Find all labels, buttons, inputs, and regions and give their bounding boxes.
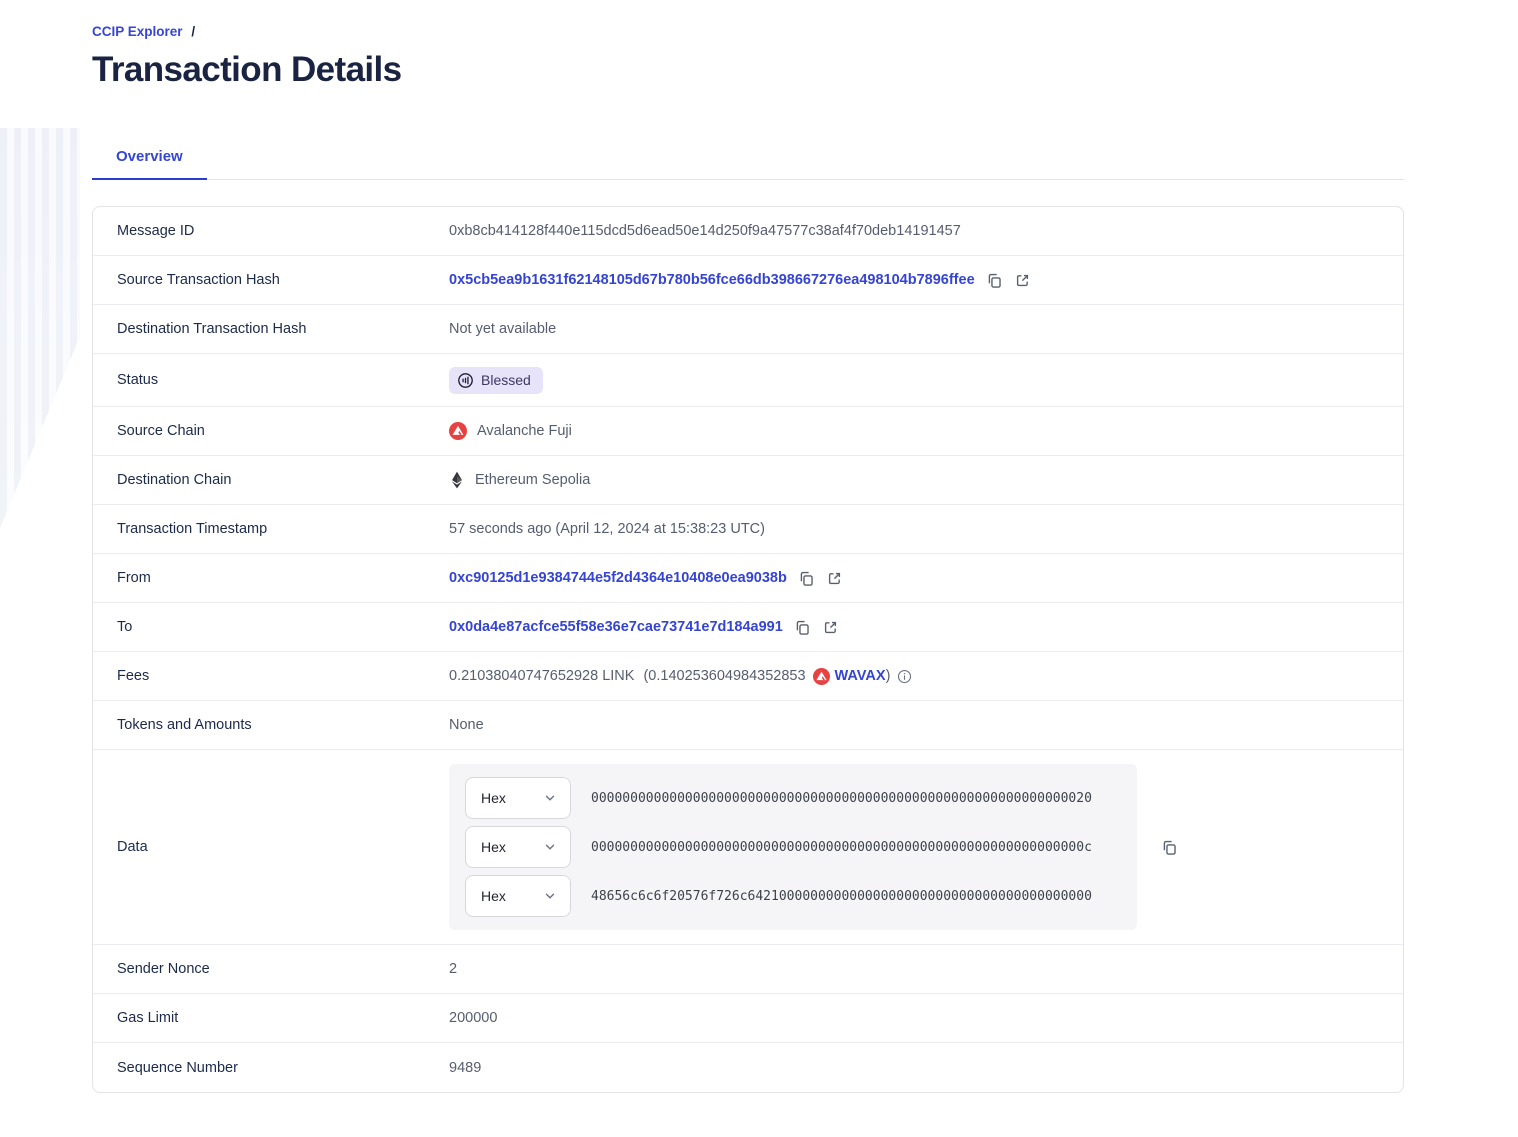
dest-tx-hash-value: Not yet available: [449, 321, 556, 337]
fees-amount: 0.21038040747652928 LINK: [449, 668, 634, 684]
copy-icon[interactable]: [986, 272, 1003, 289]
source-chain-name: Avalanche Fuji: [477, 423, 572, 439]
chevron-down-icon: [543, 791, 557, 805]
tab-overview[interactable]: Overview: [92, 138, 207, 180]
table-row-dest-tx-hash: Destination Transaction Hash Not yet ava…: [93, 305, 1403, 354]
sequence-number-value: 9489: [449, 1060, 481, 1076]
table-row-message-id: Message ID 0xb8cb414128f440e115dcd5d6ead…: [93, 207, 1403, 256]
from-address-link[interactable]: 0xc90125d1e9384744e5f2d4364e10408e0ea903…: [449, 570, 787, 586]
hex-data-line: 48656c6c6f20576f726c64210000000000000000…: [591, 889, 1092, 904]
chevron-down-icon: [543, 840, 557, 854]
tab-bar: Overview: [92, 138, 1404, 180]
table-row-sequence-number: Sequence Number 9489: [93, 1043, 1403, 1092]
row-label: Source Chain: [117, 423, 449, 439]
status-badge-label: Blessed: [481, 372, 531, 388]
timestamp-value: 57 seconds ago (April 12, 2024 at 15:38:…: [449, 521, 765, 537]
row-label: Status: [117, 372, 449, 388]
chevron-down-icon: [543, 889, 557, 903]
destination-chain: Ethereum Sepolia: [449, 471, 590, 489]
to-address-link[interactable]: 0x0da4e87acfce55f58e36e7cae73741e7d184a9…: [449, 619, 783, 635]
fees-paren-close: ): [886, 668, 891, 684]
breadcrumb-link-ccip-explorer[interactable]: CCIP Explorer: [92, 24, 183, 39]
tokens-amounts-value: None: [449, 717, 484, 733]
table-row-data: Data Hex 0000000000000000000000000000000…: [93, 750, 1403, 945]
encoding-select-value: Hex: [481, 888, 506, 904]
data-line: Hex 000000000000000000000000000000000000…: [465, 826, 1121, 868]
table-row-tokens-amounts: Tokens and Amounts None: [93, 701, 1403, 750]
source-tx-hash-link[interactable]: 0x5cb5ea9b1631f62148105d67b780b56fce66db…: [449, 272, 975, 288]
encoding-select-value: Hex: [481, 790, 506, 806]
copy-icon[interactable]: [794, 619, 811, 636]
message-id-value: 0xb8cb414128f440e115dcd5d6ead50e14d250f9…: [449, 223, 961, 239]
table-row-source-tx-hash: Source Transaction Hash 0x5cb5ea9b1631f6…: [93, 256, 1403, 305]
data-line: Hex 48656c6c6f20576f726c6421000000000000…: [465, 875, 1121, 917]
fees-converted-amount: (0.140253604984352853: [643, 668, 805, 684]
table-row-status: Status Blessed: [93, 354, 1403, 407]
table-row-source-chain: Source Chain Avalanche Fuji: [93, 407, 1403, 456]
sender-nonce-value: 2: [449, 961, 457, 977]
row-label: Destination Chain: [117, 472, 449, 488]
page-title: Transaction Details: [92, 50, 1404, 90]
table-row-gas-limit: Gas Limit 200000: [93, 994, 1403, 1043]
wavax-token-link[interactable]: WAVAX: [835, 668, 886, 684]
row-label: Fees: [117, 668, 449, 684]
source-chain: Avalanche Fuji: [449, 422, 572, 440]
row-label: Message ID: [117, 223, 449, 239]
data-hex-panel: Hex 000000000000000000000000000000000000…: [449, 764, 1137, 930]
row-label: Gas Limit: [117, 1010, 449, 1026]
gas-limit-value: 200000: [449, 1010, 497, 1026]
copy-icon[interactable]: [1161, 839, 1178, 856]
copy-icon[interactable]: [798, 570, 815, 587]
external-link-icon[interactable]: [826, 570, 843, 587]
table-row-from: From 0xc90125d1e9384744e5f2d4364e10408e0…: [93, 554, 1403, 603]
table-row-to: To 0x0da4e87acfce55f58e36e7cae73741e7d18…: [93, 603, 1403, 652]
row-label: Sequence Number: [117, 1060, 449, 1076]
row-label: Transaction Timestamp: [117, 521, 449, 537]
breadcrumb: CCIP Explorer /: [92, 24, 1404, 39]
encoding-select[interactable]: Hex: [465, 875, 571, 917]
hex-data-line: 0000000000000000000000000000000000000000…: [591, 840, 1092, 855]
encoding-select[interactable]: Hex: [465, 826, 571, 868]
ethereum-icon: [449, 471, 465, 489]
page-content: CCIP Explorer / Transaction Details Over…: [0, 0, 1518, 1093]
row-label: To: [117, 619, 449, 635]
signal-bars-in-circle-icon: [457, 372, 474, 389]
destination-chain-name: Ethereum Sepolia: [475, 472, 590, 488]
row-label: Sender Nonce: [117, 961, 449, 977]
row-label: From: [117, 570, 449, 586]
table-row-sender-nonce: Sender Nonce 2: [93, 945, 1403, 994]
encoding-select[interactable]: Hex: [465, 777, 571, 819]
wavax-avalanche-icon: [813, 668, 830, 685]
hex-data-line: 0000000000000000000000000000000000000000…: [591, 791, 1092, 806]
row-label: Tokens and Amounts: [117, 717, 449, 733]
info-icon[interactable]: [897, 669, 912, 684]
external-link-icon[interactable]: [822, 619, 839, 636]
external-link-icon[interactable]: [1014, 272, 1031, 289]
breadcrumb-separator: /: [191, 24, 195, 39]
row-label: Destination Transaction Hash: [117, 321, 449, 337]
row-label: Source Transaction Hash: [117, 272, 449, 288]
data-line: Hex 000000000000000000000000000000000000…: [465, 777, 1121, 819]
table-row-dest-chain: Destination Chain Ethereum Sepolia: [93, 456, 1403, 505]
status-badge: Blessed: [449, 367, 543, 394]
table-row-fees: Fees 0.21038040747652928 LINK (0.1402536…: [93, 652, 1403, 701]
encoding-select-value: Hex: [481, 839, 506, 855]
avalanche-icon: [449, 422, 467, 440]
row-label: Data: [117, 839, 449, 855]
transaction-details-table: Message ID 0xb8cb414128f440e115dcd5d6ead…: [92, 206, 1404, 1093]
table-row-timestamp: Transaction Timestamp 57 seconds ago (Ap…: [93, 505, 1403, 554]
